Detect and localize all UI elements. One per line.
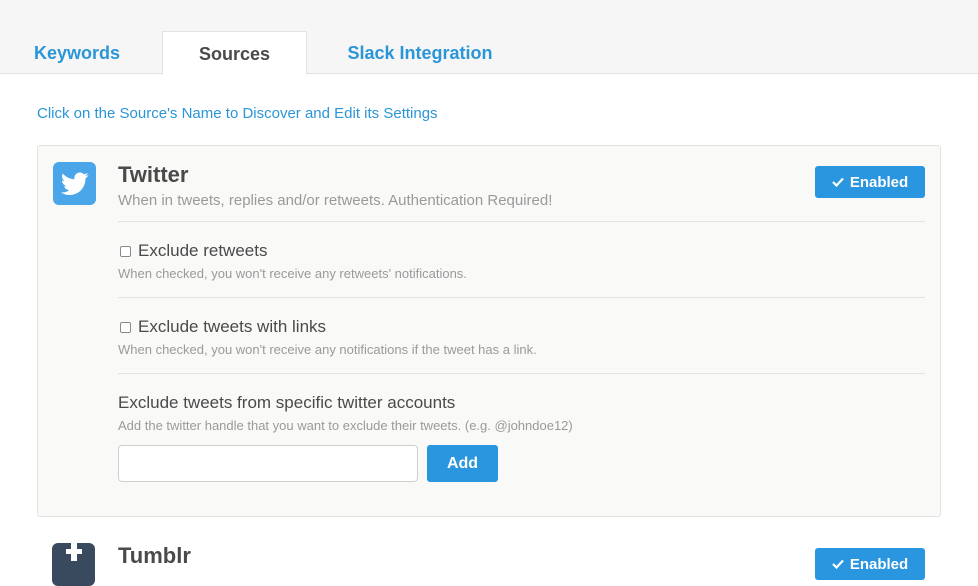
check-icon [832,556,844,573]
add-handle-button[interactable]: Add [427,445,498,482]
source-title-twitter[interactable]: Twitter [118,162,188,188]
tab-slack-integration[interactable]: Slack Integration [330,31,510,75]
tab-keywords[interactable]: Keywords [20,31,134,75]
source-title-tumblr[interactable]: Tumblr [118,543,191,569]
enabled-toggle-button-twitter[interactable]: Enabled [815,166,925,198]
enabled-label: Enabled [849,555,909,573]
check-icon [832,174,844,191]
exclude-retweets-checkbox[interactable] [120,246,131,257]
tab-sources[interactable]: Sources [162,31,307,75]
twitter-bird-icon [53,162,96,205]
enabled-label: Enabled [849,173,909,191]
divider [118,373,925,374]
exclude-links-label[interactable]: Exclude tweets with links [138,317,326,337]
sources-hint: Click on the Source's Name to Discover a… [37,105,438,122]
twitter-handle-input[interactable] [118,445,418,482]
enabled-toggle-button-tumblr[interactable]: Enabled [815,548,925,580]
tabs-bar: Keywords Sources Slack Integration [0,0,978,75]
source-card-twitter: Twitter When in tweets, replies and/or r… [37,145,941,517]
divider [118,297,925,298]
exclude-retweets-label[interactable]: Exclude retweets [138,241,267,261]
exclude-links-help: When checked, you won't receive any noti… [118,342,537,357]
source-description-twitter: When in tweets, replies and/or retweets.… [118,192,553,209]
exclude-accounts-label: Exclude tweets from specific twitter acc… [118,393,456,412]
exclude-links-checkbox[interactable] [120,322,131,333]
divider [118,221,925,222]
tumblr-icon [52,543,95,586]
exclude-retweets-help: When checked, you won't receive any retw… [118,266,467,281]
exclude-accounts-help: Add the twitter handle that you want to … [118,418,573,433]
